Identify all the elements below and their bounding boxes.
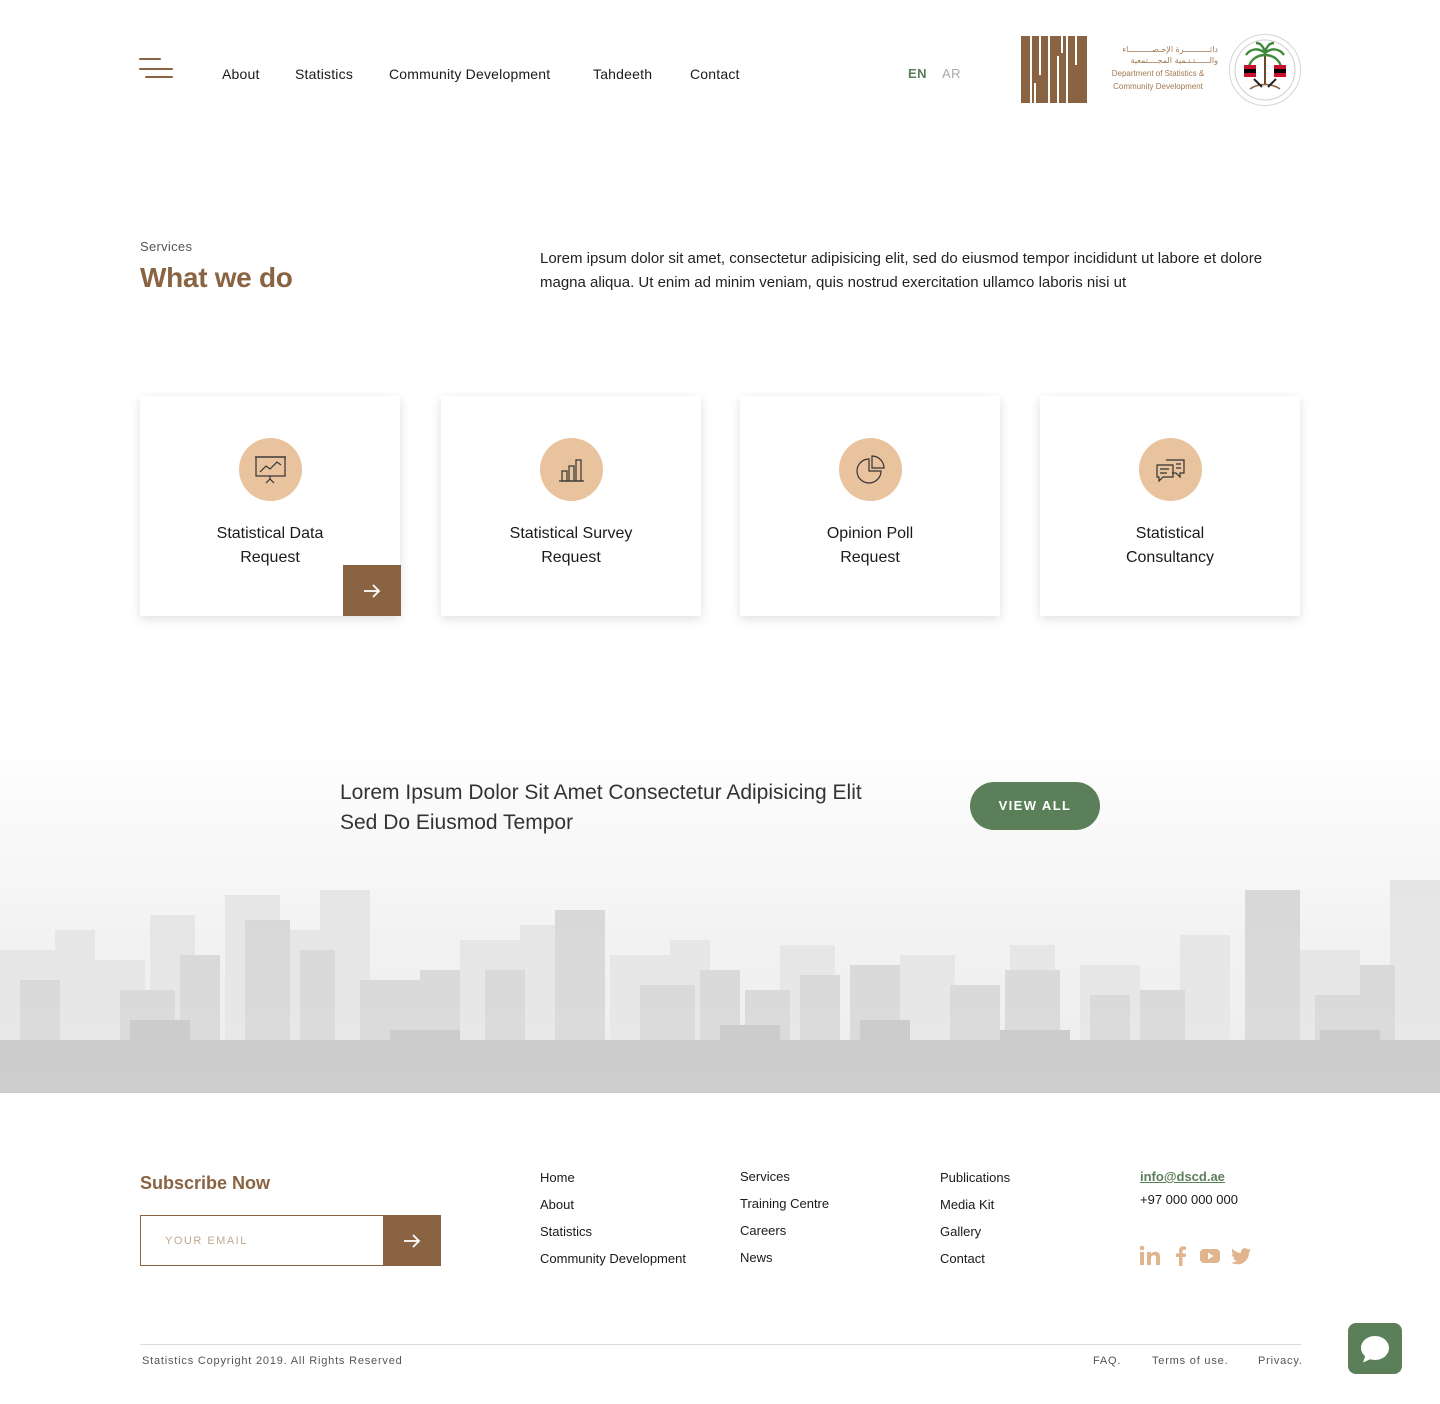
footer-link-careers[interactable]: Careers <box>740 1222 829 1249</box>
nav-tahdeeth[interactable]: Tahdeeth <box>593 66 652 82</box>
email-input[interactable] <box>141 1216 383 1265</box>
chat-widget-button[interactable] <box>1348 1323 1402 1374</box>
footer-links-col-3: Publications Media Kit Gallery Contact <box>940 1169 1010 1277</box>
pie-chart-icon <box>856 455 885 484</box>
nav-community-development[interactable]: Community Development <box>389 66 550 82</box>
service-card-statistical-survey[interactable]: Statistical Survey Request <box>441 396 701 616</box>
banner-headline: Lorem Ipsum Dolor Sit Amet Consectetur A… <box>340 781 862 834</box>
section-title: What we do <box>140 262 293 293</box>
cta-banner: Lorem Ipsum Dolor Sit Amet Consectetur A… <box>0 740 1440 1093</box>
footer-link-statistics[interactable]: Statistics <box>540 1223 686 1250</box>
footer-link-community-development[interactable]: Community Development <box>540 1250 686 1277</box>
hamburger-menu-icon[interactable] <box>139 58 175 80</box>
chat-bubble-icon <box>1361 1335 1389 1362</box>
footer-divider <box>140 1344 1301 1345</box>
contact-phone: +97 000 000 000 <box>1140 1192 1238 1207</box>
dscd-logo-mark[interactable] <box>1021 36 1087 103</box>
service-card-label: Statistical Survey Request <box>509 525 633 566</box>
footer-links-col-1: Home About Statistics Community Developm… <box>540 1169 686 1277</box>
service-card-label: Statistical Consultancy <box>1125 525 1215 566</box>
nav-about[interactable]: About <box>222 66 260 82</box>
footer-link-news[interactable]: News <box>740 1249 829 1276</box>
footer-link-faq[interactable]: FAQ. <box>1093 1355 1121 1367</box>
service-card-opinion-poll[interactable]: Opinion Poll Request <box>740 396 1000 616</box>
service-card-statistical-consultancy[interactable]: Statistical Consultancy <box>1040 396 1300 616</box>
footer-link-publications[interactable]: Publications <box>940 1169 1010 1196</box>
facebook-icon[interactable] <box>1170 1245 1192 1267</box>
footer-link-services[interactable]: Services <box>740 1168 829 1195</box>
government-emblem-icon <box>1229 34 1301 106</box>
section-intro: Lorem ipsum dolor sit amet, consectetur … <box>540 250 1263 291</box>
footer-link-privacy[interactable]: Privacy. <box>1258 1355 1303 1367</box>
footer-link-media-kit[interactable]: Media Kit <box>940 1196 1010 1223</box>
chat-bubbles-icon <box>1156 459 1185 483</box>
service-card-label: Opinion Poll Request <box>826 525 914 566</box>
footer-link-contact[interactable]: Contact <box>940 1250 1010 1277</box>
nav-contact[interactable]: Contact <box>690 66 740 82</box>
footer-link-terms[interactable]: Terms of use. <box>1152 1355 1228 1367</box>
copyright-text: Statistics Copyright 2019. All Rights Re… <box>142 1355 403 1367</box>
view-all-button[interactable]: VIEW ALL <box>970 782 1100 830</box>
linkedin-icon[interactable] <box>1139 1245 1161 1267</box>
subscribe-title: Subscribe Now <box>140 1173 271 1193</box>
card-arrow-button[interactable] <box>343 565 401 616</box>
site-header: About Statistics Community Development T… <box>0 0 1440 140</box>
twitter-icon[interactable] <box>1230 1245 1252 1267</box>
subscribe-submit-button[interactable] <box>383 1215 441 1266</box>
section-eyebrow: Services <box>140 239 193 254</box>
contact-email-link[interactable]: info@dscd.ae <box>1140 1169 1225 1184</box>
subscribe-form <box>140 1215 441 1266</box>
presentation-chart-icon <box>255 456 286 484</box>
footer-link-training-centre[interactable]: Training Centre <box>740 1195 829 1222</box>
footer-link-gallery[interactable]: Gallery <box>940 1223 1010 1250</box>
bar-chart-icon <box>559 459 584 482</box>
footer-link-home[interactable]: Home <box>540 1169 686 1196</box>
arrow-right-icon <box>364 583 381 598</box>
nav-statistics[interactable]: Statistics <box>295 66 353 82</box>
youtube-icon[interactable] <box>1199 1245 1221 1267</box>
service-card-label: Statistical Data Request <box>216 525 324 566</box>
lang-ar-toggle[interactable]: AR <box>942 66 961 81</box>
footer-link-about[interactable]: About <box>540 1196 686 1223</box>
footer-links-col-2: Services Training Centre Careers News <box>740 1168 829 1276</box>
arrow-right-icon <box>404 1233 421 1248</box>
service-card-statistical-data[interactable]: Statistical Data Request <box>140 396 401 616</box>
lang-en-toggle[interactable]: EN <box>908 66 927 81</box>
dscd-logo-text: دائـــــــــــرة الإحـصــــــــــاء والـ… <box>1111 45 1218 91</box>
